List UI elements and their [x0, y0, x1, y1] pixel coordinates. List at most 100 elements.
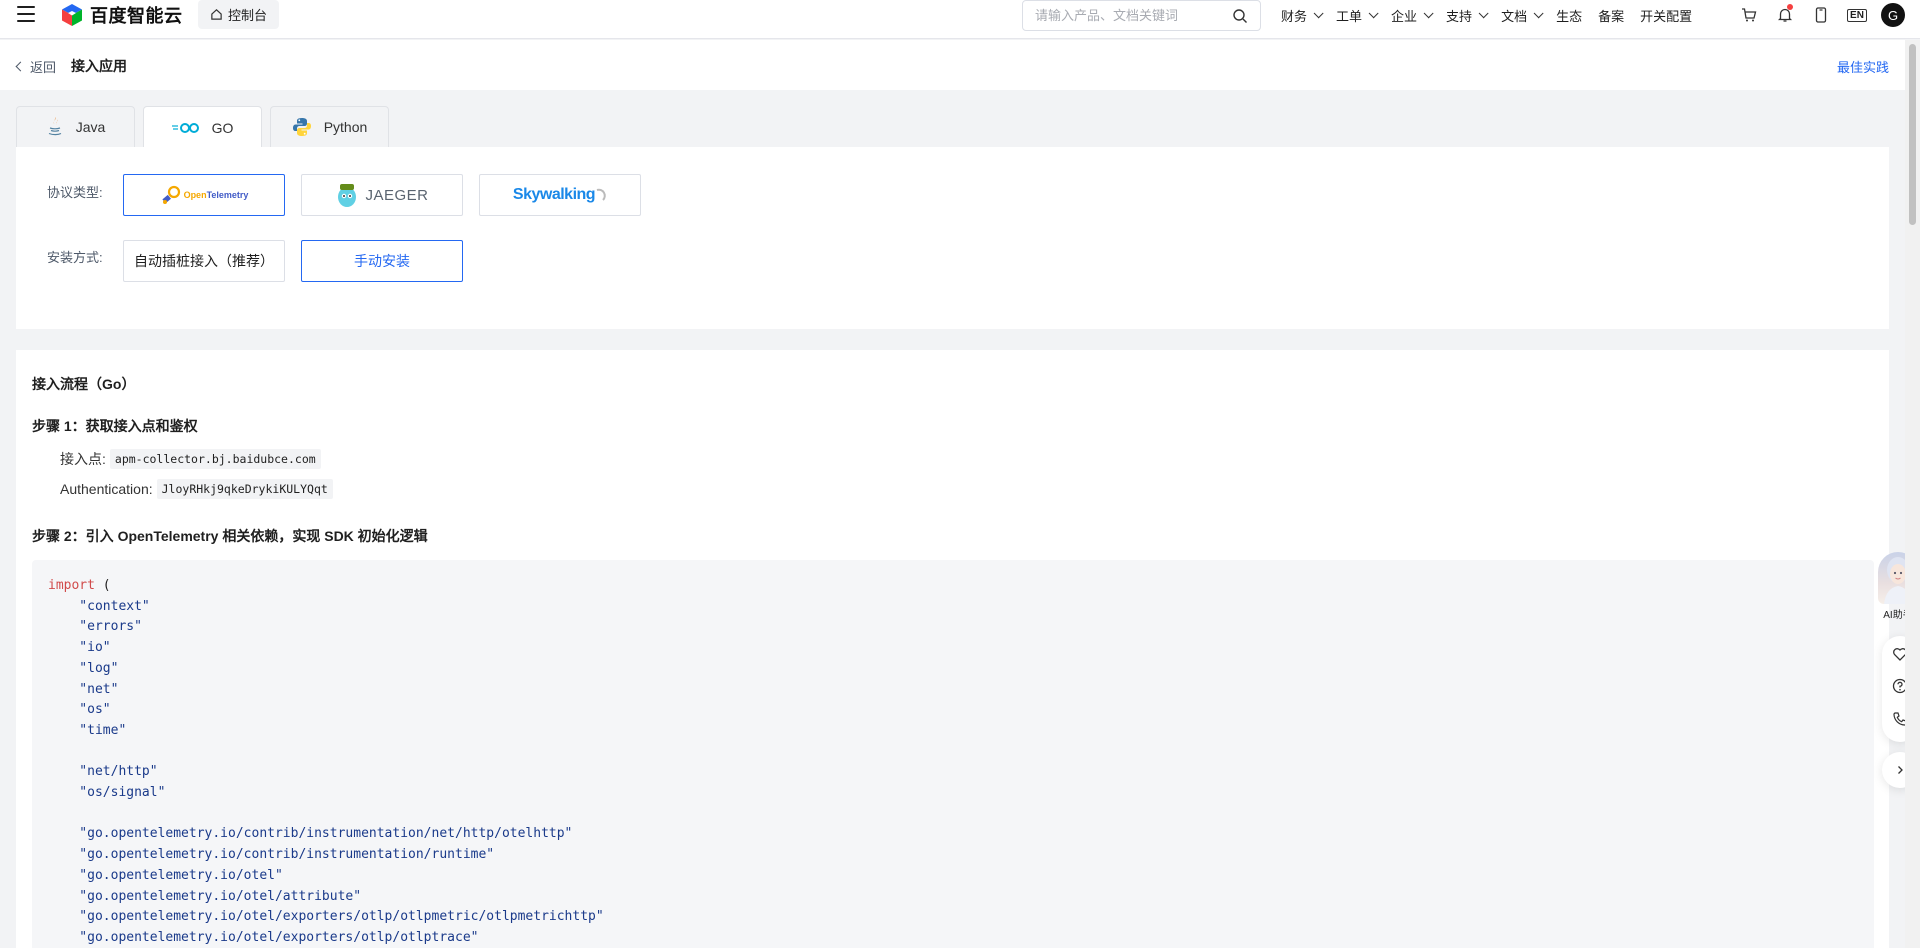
language-tabs: Java GO Python	[16, 106, 389, 148]
notification-dot	[1787, 4, 1793, 10]
content-panel: 接入流程（Go） 步骤 1：获取接入点和鉴权 接入点: apm-collecto…	[16, 350, 1889, 948]
chevron-right-icon	[1898, 766, 1903, 774]
opentelemetry-logo-icon	[161, 185, 180, 204]
code-line: "os"	[48, 702, 111, 718]
step1-title: 步骤 1：获取接入点和鉴权	[32, 418, 198, 434]
code-line: "go.opentelemetry.io/otel/exporters/otlp…	[48, 929, 479, 945]
endpoint-label: 接入点:	[60, 451, 106, 467]
code-line: "go.opentelemetry.io/contrib/instrumenta…	[48, 847, 495, 863]
baidu-cloud-logo-icon	[62, 4, 82, 26]
chevron-down-icon	[1423, 7, 1434, 18]
code-open-paren: (	[94, 578, 111, 593]
jaeger-name: JAEGER	[365, 186, 429, 204]
nav-ecosystem[interactable]: 生态	[1556, 6, 1582, 25]
console-label: 控制台	[228, 8, 268, 23]
phone-icon[interactable]	[1809, 3, 1833, 27]
nav-docs-label: 文档	[1501, 8, 1528, 24]
nav-support[interactable]: 支持	[1446, 6, 1489, 25]
code-line: "context"	[48, 598, 150, 614]
search-icon[interactable]	[1232, 8, 1248, 24]
skywalking-name: Skywalking	[512, 186, 596, 203]
nav-enterprise[interactable]: 企业	[1391, 6, 1434, 25]
protocol-jaeger[interactable]: JAEGER	[301, 174, 463, 216]
code-block[interactable]: import ( "context" "errors" "io" "log" "…	[32, 560, 1874, 948]
chevron-down-icon	[1368, 7, 1379, 18]
sub-header: 返回 接入应用 最佳实践	[0, 40, 1905, 90]
top-nav: 百度智能云 控制台 财务 工单 企业 支持 文档 生态 备案 开关配置 EN G	[0, 0, 1920, 39]
back-label: 返回	[30, 60, 57, 75]
page-title: 接入应用	[71, 58, 127, 74]
code-line: "os/signal"	[48, 785, 166, 801]
go-icon	[171, 122, 199, 133]
flow-title: 接入流程（Go）	[32, 376, 136, 392]
nav-icons: EN G	[1737, 3, 1905, 27]
tab-python[interactable]: Python	[270, 106, 389, 147]
search-input[interactable]	[1035, 8, 1232, 23]
nav-support-label: 支持	[1446, 8, 1473, 24]
protocol-label: 协议类型:	[47, 185, 103, 200]
tab-java-label: Java	[75, 119, 106, 135]
console-button[interactable]: 控制台	[198, 0, 280, 29]
chevron-down-icon	[1533, 7, 1544, 18]
nav-finance[interactable]: 财务	[1281, 6, 1324, 25]
bell-icon[interactable]	[1773, 3, 1797, 27]
config-panel: 协议类型: OpenTelemetry JAEGER Skywalking 安装…	[16, 147, 1889, 329]
endpoint-value[interactable]: apm-collector.bj.baidubce.com	[109, 449, 321, 469]
nav-ticket-label: 工单	[1336, 8, 1363, 24]
install-label: 安装方式:	[47, 250, 103, 265]
endpoint-row: 接入点: apm-collector.bj.baidubce.com	[60, 449, 321, 469]
nav-switch-config[interactable]: 开关配置	[1640, 6, 1692, 25]
python-icon	[292, 118, 311, 136]
install-auto-label: 自动插桩接入（推荐）	[134, 253, 274, 269]
install-manual-label: 手动安装	[354, 253, 410, 269]
chevron-left-icon	[15, 61, 26, 72]
tab-java[interactable]: Java	[16, 106, 135, 147]
logo-text: 百度智能云	[90, 6, 183, 26]
nav-filing[interactable]: 备案	[1598, 6, 1624, 25]
nav-enterprise-label: 企业	[1391, 8, 1418, 24]
tab-go[interactable]: GO	[143, 106, 262, 148]
menu-icon[interactable]	[17, 6, 35, 22]
best-practice-link[interactable]: 最佳实践	[1837, 57, 1889, 76]
tab-python-label: Python	[323, 119, 368, 135]
auth-row: Authentication: JloyRHkj9qkeDrykiKULYQqt	[60, 479, 333, 499]
protocol-skywalking[interactable]: Skywalking	[479, 174, 641, 216]
page-scrollbar[interactable]	[1905, 40, 1920, 948]
back-button[interactable]: 返回	[15, 57, 57, 76]
code-line: "log"	[48, 660, 119, 676]
step2-title: 步骤 2：引入 OpenTelemetry 相关依赖，实现 SDK 初始化逻辑	[32, 528, 428, 544]
home-icon	[211, 9, 222, 20]
language-label: EN	[1847, 8, 1867, 22]
protocol-opentelemetry[interactable]: OpenTelemetry	[123, 174, 285, 216]
opentelemetry-name: OpenTelemetry	[183, 190, 249, 200]
cart-icon[interactable]	[1737, 3, 1761, 27]
nav-ecosystem-label: 生态	[1556, 8, 1583, 24]
code-line: "net"	[48, 681, 119, 697]
jaeger-logo-icon	[338, 184, 357, 207]
java-icon	[48, 117, 61, 136]
avatar-initial: G	[1887, 7, 1899, 23]
nav-switch-config-label: 开关配置	[1640, 8, 1693, 24]
tab-go-label: GO	[211, 119, 234, 136]
code-line: "go.opentelemetry.io/contrib/instrumenta…	[48, 826, 573, 842]
language-switch[interactable]: EN	[1845, 3, 1869, 27]
opentelemetry-text: Telemetry	[206, 190, 249, 200]
auth-label: Authentication:	[60, 481, 153, 497]
code-keyword: import	[48, 578, 95, 593]
chevron-down-icon	[1478, 7, 1489, 18]
install-auto[interactable]: 自动插桩接入（推荐）	[123, 240, 285, 282]
code-line: "go.opentelemetry.io/otel"	[48, 867, 283, 883]
scrollbar-thumb[interactable]	[1909, 44, 1916, 225]
nav-finance-label: 财务	[1281, 8, 1308, 24]
code-line: "io"	[48, 640, 111, 656]
nav-ticket[interactable]: 工单	[1336, 6, 1379, 25]
code-line: "net/http"	[48, 764, 158, 780]
logo[interactable]: 百度智能云	[60, 2, 183, 28]
skywalking-logo-icon	[596, 188, 606, 201]
auth-value[interactable]: JloyRHkj9qkeDrykiKULYQqt	[156, 479, 333, 499]
code-line: "time"	[48, 722, 127, 738]
nav-docs[interactable]: 文档	[1501, 6, 1544, 25]
install-manual[interactable]: 手动安装	[301, 240, 463, 282]
code-line: "go.opentelemetry.io/otel/attribute"	[48, 888, 362, 904]
avatar[interactable]: G	[1881, 3, 1905, 27]
